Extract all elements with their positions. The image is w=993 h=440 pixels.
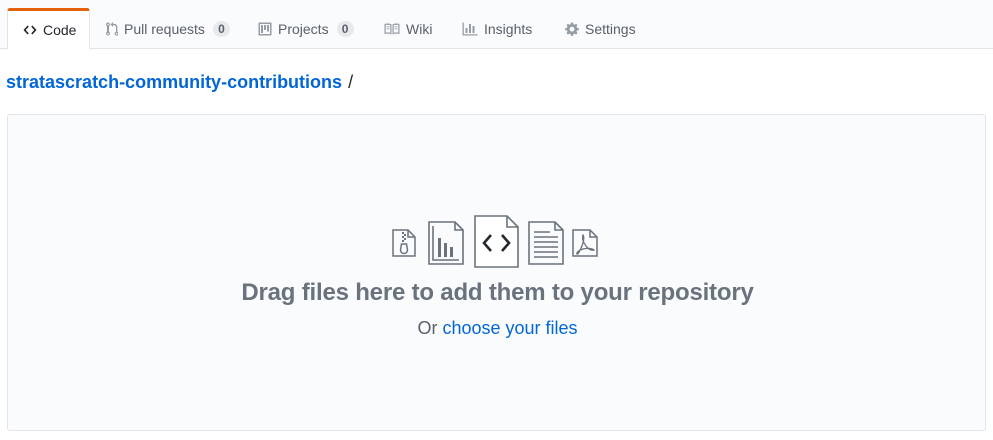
repo-link[interactable]: stratascratch-community-contributions	[6, 71, 342, 93]
gear-icon	[565, 22, 579, 36]
book-icon	[384, 23, 400, 35]
projects-counter: 0	[336, 21, 354, 37]
tab-label: Projects	[278, 21, 329, 37]
tab-label: Code	[43, 22, 77, 38]
choose-files-link[interactable]: choose your files	[442, 318, 577, 338]
graph-icon	[462, 22, 478, 36]
breadcrumb: stratascratch-community-contributions /	[6, 71, 353, 93]
file-zip-icon	[392, 229, 416, 257]
file-pdf-icon	[572, 229, 598, 257]
prompt-prefix: Or	[417, 318, 438, 338]
pull-requests-counter: 0	[212, 21, 230, 37]
tab-label: Settings	[585, 21, 636, 37]
file-chart-icon	[428, 221, 464, 265]
repo-tabnav: Code Pull requests 0 Projects 0 Wiki Ins…	[0, 0, 993, 50]
tab-label: Insights	[484, 21, 533, 37]
tab-label: Wiki	[406, 21, 433, 37]
choose-files-prompt: Or choose your files	[8, 318, 987, 339]
file-code-icon	[474, 215, 519, 268]
file-type-icons	[392, 215, 612, 271]
project-icon	[258, 22, 272, 36]
tab-settings[interactable]: Settings	[549, 9, 636, 49]
tab-pull-requests[interactable]: Pull requests 0	[90, 9, 230, 49]
file-text-icon	[528, 221, 564, 265]
code-icon	[23, 24, 37, 36]
tab-label: Pull requests	[124, 21, 205, 37]
tab-code[interactable]: Code	[7, 8, 90, 50]
drop-headline: Drag files here to add them to your repo…	[241, 279, 754, 306]
path-separator: /	[348, 72, 354, 92]
tab-wiki[interactable]: Wiki	[368, 9, 432, 49]
pull-request-icon	[106, 22, 118, 36]
file-drop-zone[interactable]: Drag files here to add them to your repo…	[7, 114, 986, 431]
tab-insights[interactable]: Insights	[446, 9, 532, 49]
tab-projects[interactable]: Projects 0	[242, 9, 354, 49]
